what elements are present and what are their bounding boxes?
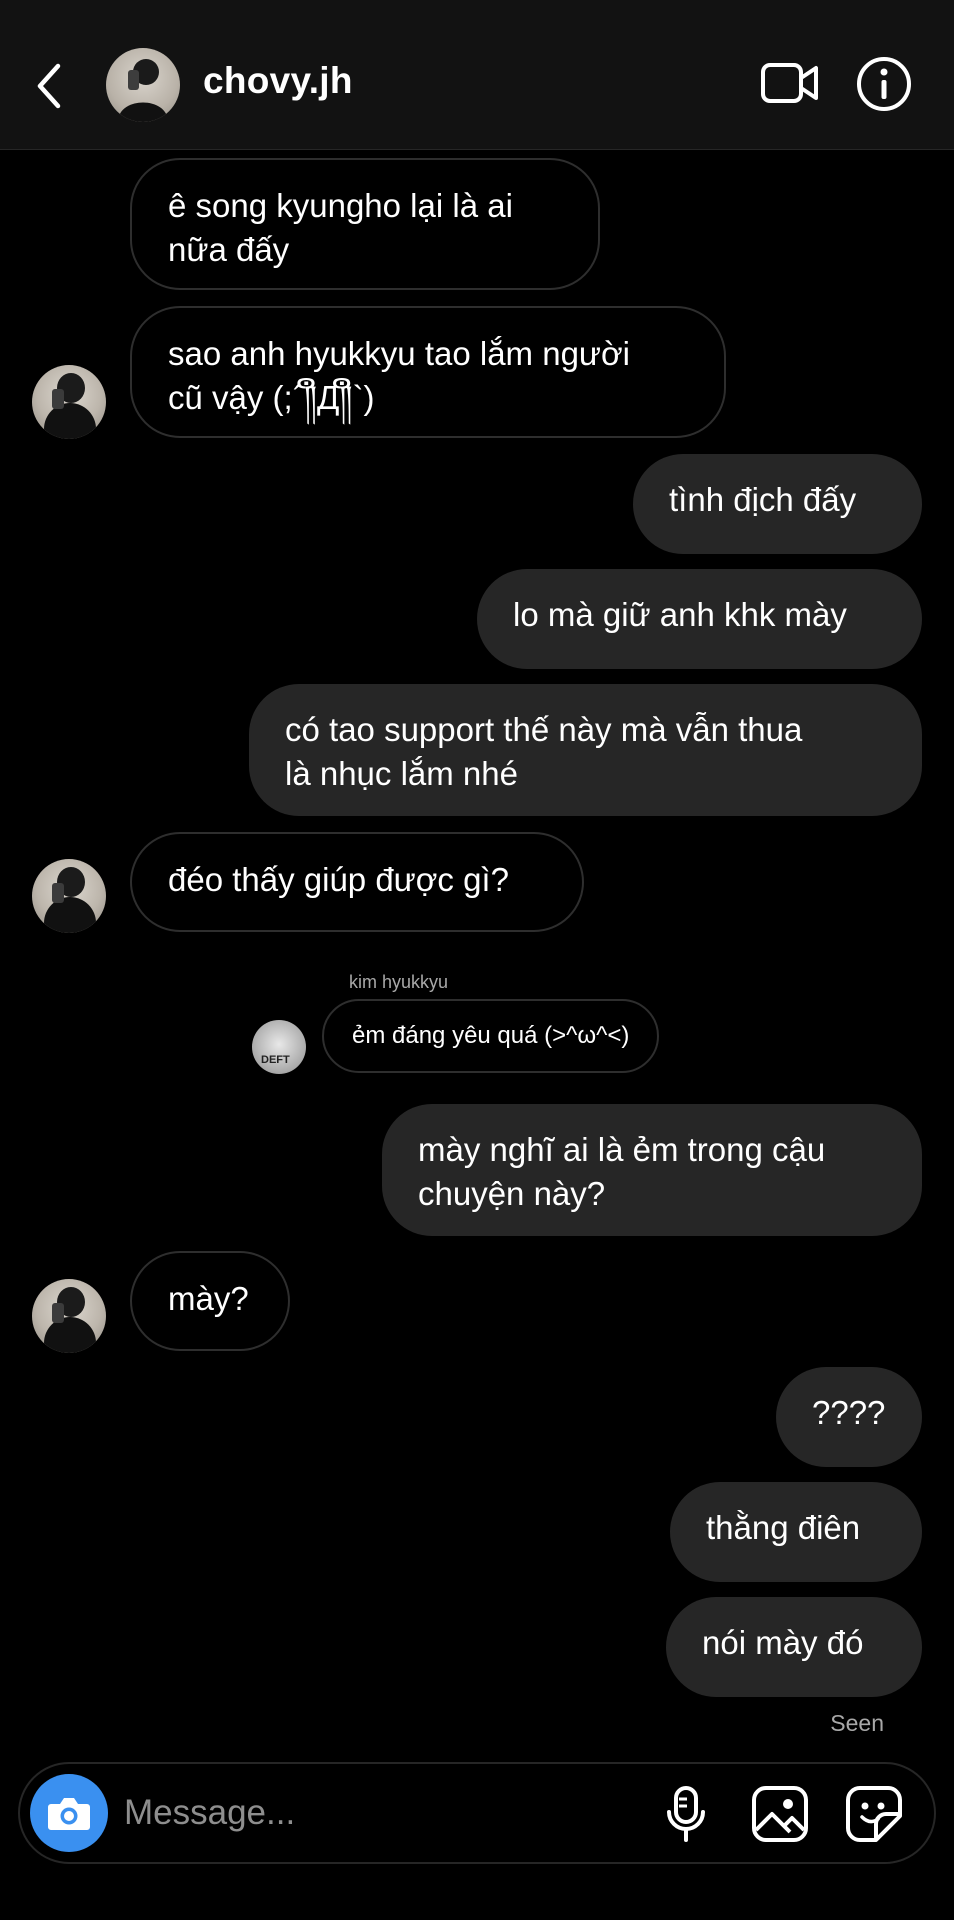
reply-avatar-text: DEFT: [261, 1054, 290, 1066]
video-call-icon[interactable]: [760, 58, 820, 108]
message-bubble-outgoing[interactable]: lo mà giữ anh khk mày: [477, 569, 922, 669]
message-bubble-outgoing[interactable]: thằng điên: [670, 1482, 922, 1582]
seen-status: Seen: [830, 1710, 884, 1736]
message-bubble-outgoing[interactable]: tình địch đấy: [633, 454, 922, 554]
message-bubble-outgoing[interactable]: ????: [776, 1367, 922, 1467]
message-bubble-incoming[interactable]: ê song kyungho lại là ai nữa đấy: [130, 158, 600, 290]
message-composer: [18, 1762, 936, 1864]
gallery-icon[interactable]: [750, 1784, 810, 1844]
contact-username[interactable]: chovy.jh: [203, 60, 353, 102]
sticker-icon[interactable]: [844, 1784, 904, 1844]
back-arrow-icon[interactable]: [30, 58, 70, 114]
reply-message-bubble[interactable]: ẻm đáng yêu quá (>^ω^<): [322, 999, 660, 1073]
info-icon[interactable]: [856, 56, 912, 112]
message-bubble-outgoing[interactable]: mày nghĩ ai là ẻm trong cậu chuyện này?: [382, 1104, 922, 1236]
sender-avatar[interactable]: [32, 365, 106, 439]
message-input[interactable]: [124, 1786, 544, 1840]
microphone-icon[interactable]: [664, 1784, 708, 1844]
message-bubble-incoming[interactable]: sao anh hyukkyu tao lắm người cũ vậy (;´…: [130, 306, 726, 438]
sender-avatar[interactable]: [32, 859, 106, 933]
message-bubble-incoming[interactable]: đéo thấy giúp được gì?: [130, 832, 584, 932]
reply-sender-avatar[interactable]: DEFT: [252, 1020, 306, 1074]
camera-button[interactable]: [30, 1774, 108, 1852]
contact-avatar[interactable]: [106, 48, 180, 122]
reply-sender-name: kim hyukkyu: [349, 972, 449, 992]
camera-icon: [48, 1798, 90, 1830]
message-bubble-outgoing[interactable]: có tao support thế này mà vẫn thua là nh…: [249, 684, 922, 816]
message-bubble-incoming[interactable]: mày?: [130, 1251, 290, 1351]
message-bubble-outgoing[interactable]: nói mày đó: [666, 1597, 922, 1697]
sender-avatar[interactable]: [32, 1279, 106, 1353]
chat-header: chovy.jh: [0, 0, 954, 150]
